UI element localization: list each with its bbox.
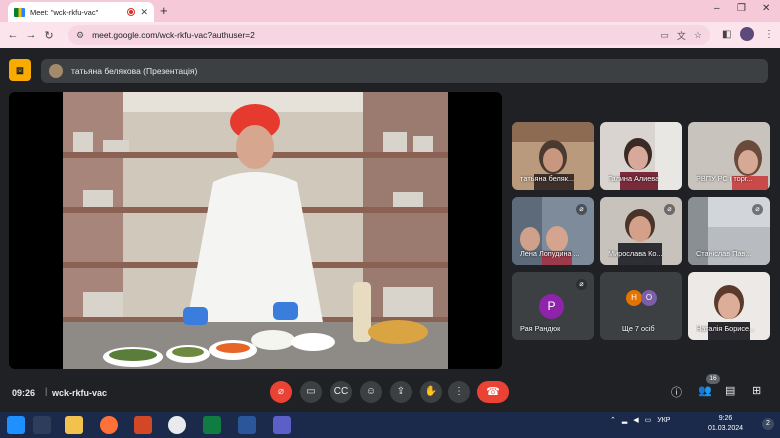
participant-avatar: Н — [626, 290, 642, 306]
reload-icon[interactable]: ↻ — [40, 29, 58, 42]
site-info-icon[interactable]: ⚙ — [76, 30, 84, 41]
browser-toolbar: ← → ↻ ⚙ meet.google.com/wck-rkfu-vac?aut… — [0, 22, 780, 48]
meeting-clock: 09:26 — [12, 388, 36, 398]
task-view-icon[interactable] — [33, 416, 51, 434]
participant-tile[interactable]: Станіслав Пав... ⌀ — [688, 197, 770, 265]
browser-tab-meet[interactable]: Meet: "wck-rkfu-vac" ✕ — [8, 2, 154, 22]
participant-tile[interactable]: Лена Лопудина ... ⌀ — [512, 197, 594, 265]
new-tab-button[interactable]: + — [160, 3, 168, 18]
participant-name: Рая Рандюк — [520, 324, 561, 333]
participant-tile[interactable]: Р Рая Рандюк ⌀ — [512, 272, 594, 340]
participant-name: Галина Алиева — [608, 174, 660, 183]
forward-icon[interactable]: → — [22, 29, 40, 41]
presentation-banner[interactable]: тaтьяна белякова (Презентація) — [41, 59, 768, 83]
participant-tile[interactable]: тaтьяна беляк... — [512, 122, 594, 190]
powerpoint-icon[interactable] — [134, 416, 152, 434]
participant-name: Наталія Борисе... — [696, 324, 756, 333]
participant-name: Станіслав Пав... — [696, 249, 752, 258]
browser-menu-icon[interactable]: ⋮ — [764, 29, 774, 40]
file-explorer-icon[interactable] — [65, 416, 83, 434]
notification-badge[interactable]: 2 — [762, 418, 774, 430]
participant-tile[interactable]: Галина Алиева — [600, 122, 682, 190]
raise-hand-button[interactable]: ✋ — [420, 381, 442, 403]
battery-icon[interactable]: ▭ — [645, 416, 652, 424]
camera-toggle-button[interactable]: ▭ — [300, 381, 322, 403]
word-icon[interactable] — [238, 416, 256, 434]
presenter-avatar — [49, 64, 63, 78]
participant-name: Мирослава Ко... — [608, 249, 663, 258]
taskbar-time: 9:26 — [718, 415, 733, 422]
participant-name: РВПУ РС і торг... — [696, 174, 753, 183]
maximize-window-button[interactable]: ❐ — [737, 3, 746, 14]
mic-toggle-button[interactable]: ⌀ — [270, 381, 292, 403]
sidebar-icon[interactable]: ◧ — [722, 29, 731, 40]
network-icon[interactable]: ▂ — [622, 416, 627, 424]
captions-button[interactable]: CC — [330, 381, 352, 403]
activities-icon[interactable]: ⊞ — [752, 384, 761, 397]
participant-avatar: Р — [539, 294, 564, 319]
kitchen-scene-image — [63, 92, 448, 369]
tab-close-icon[interactable]: ✕ — [140, 7, 148, 18]
volume-icon[interactable]: ◀ — [633, 416, 638, 424]
close-window-button[interactable]: ✕ — [762, 3, 770, 14]
keyboard-language[interactable]: УКР — [657, 417, 670, 424]
taskbar-date: 01.03.2024 — [708, 425, 744, 432]
chat-icon[interactable]: ▤ — [725, 384, 735, 397]
profile-avatar[interactable] — [740, 27, 754, 41]
mic-off-icon: ⌀ — [576, 204, 587, 215]
participant-name: тaтьяна беляк... — [520, 174, 575, 183]
tray-chevron-icon[interactable]: ⌃ — [610, 416, 616, 424]
people-icon[interactable]: 👥 — [698, 384, 712, 397]
presentation-label: тaтьяна белякова (Презентація) — [71, 66, 198, 76]
participant-count-badge: 16 — [706, 374, 720, 384]
separator: | — [45, 386, 48, 396]
chrome-icon[interactable] — [168, 416, 186, 434]
participant-tile[interactable]: РВПУ РС і торг... — [688, 122, 770, 190]
end-call-button[interactable]: ☎ — [477, 381, 509, 403]
url-text: meet.google.com/wck-rkfu-vac?authuser=2 — [92, 30, 255, 40]
address-bar[interactable]: ⚙ meet.google.com/wck-rkfu-vac?authuser=… — [68, 25, 710, 45]
teams-icon[interactable] — [273, 416, 291, 434]
system-tray: ⌃ ▂ ◀ ▭ УКР — [610, 416, 670, 425]
windows-start-icon[interactable] — [7, 416, 25, 434]
more-participants-label: Ще 7 осіб — [622, 324, 655, 333]
taskbar-clock[interactable]: 9:26 01.03.2024 — [708, 414, 743, 434]
minimize-window-button[interactable]: – — [714, 3, 720, 14]
camera-in-use-icon[interactable]: ▭ — [660, 30, 669, 41]
more-options-button[interactable]: ⋮ — [448, 381, 470, 403]
meeting-info-icon[interactable]: ⓘ — [671, 384, 682, 400]
participant-tile[interactable]: Наталія Борисе... — [688, 272, 770, 340]
participant-avatar: О — [641, 290, 657, 306]
mic-off-icon: ⌀ — [664, 204, 675, 215]
tab-title: Meet: "wck-rkfu-vac" — [30, 7, 99, 17]
publisher-icon[interactable] — [203, 416, 221, 434]
recording-indicator-icon — [127, 8, 136, 16]
firefox-icon[interactable] — [100, 416, 118, 434]
mic-off-icon: ⌀ — [752, 204, 763, 215]
present-icon: ⧈ — [9, 59, 31, 81]
present-screen-button[interactable]: ⇪ — [390, 381, 412, 403]
reactions-button[interactable]: ☺ — [360, 381, 382, 403]
back-icon[interactable]: ← — [4, 29, 22, 41]
translate-icon[interactable]: 文 — [677, 29, 686, 42]
mic-off-icon: ⌀ — [576, 279, 587, 290]
meet-favicon-icon — [14, 7, 25, 17]
more-participants-tile[interactable]: Н О Ще 7 осіб — [600, 272, 682, 340]
meeting-code: wck-rkfu-vac — [52, 388, 108, 398]
presentation-video — [63, 92, 448, 369]
bookmark-star-icon[interactable]: ☆ — [694, 30, 702, 41]
participant-name: Лена Лопудина ... — [520, 249, 580, 258]
participant-tile[interactable]: Мирослава Ко... ⌀ — [600, 197, 682, 265]
